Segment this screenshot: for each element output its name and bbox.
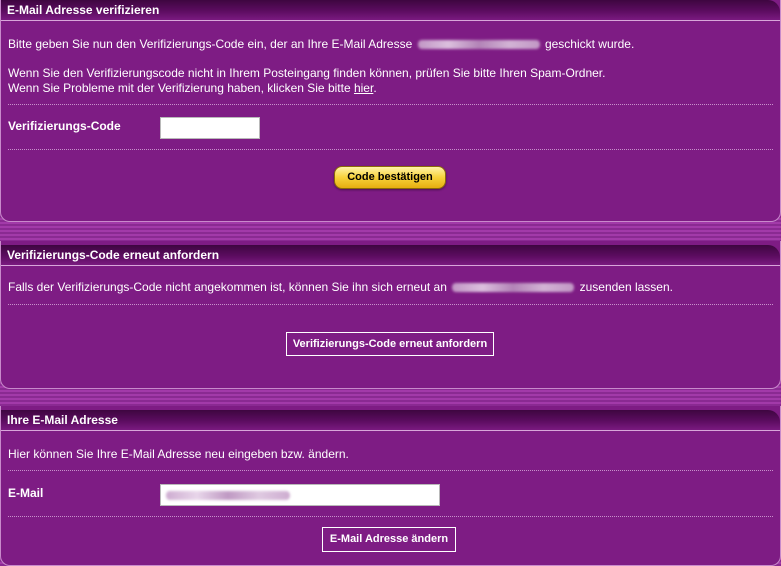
problem-hint-after: . [373, 81, 377, 95]
verification-code-input[interactable] [160, 117, 260, 139]
email-change-text: Hier können Sie Ihre E-Mail Adresse neu … [8, 447, 349, 461]
resend-text-after: zusenden lassen. [579, 280, 673, 294]
confirm-code-button[interactable]: Code bestätigen [334, 166, 446, 189]
redacted-email [417, 40, 540, 50]
resend-text-before: Falls der Verifizierungs-Code nicht ange… [8, 280, 447, 294]
resend-code-button[interactable]: Verifizierungs-Code erneut anfordern [286, 332, 494, 356]
verify-email-header: E-Mail Adresse verifizieren [1, 0, 780, 21]
problem-hint-text: Wenn Sie Probleme mit der Verifizierung … [8, 81, 377, 96]
email-input[interactable] [160, 484, 440, 506]
verify-intro-text: Bitte geben Sie nun den Verifizierungs-C… [8, 37, 634, 52]
resend-code-header: Verifizierungs-Code erneut anfordern [1, 245, 780, 266]
verify-email-panel: E-Mail Adresse verifizieren Bitte geben … [0, 0, 781, 222]
problem-hint-before: Wenn Sie Probleme mit der Verifizierung … [8, 81, 351, 95]
spam-hint-text: Wenn Sie den Verifizierungscode nicht in… [8, 66, 606, 80]
redacted-email-value [166, 491, 290, 500]
resend-text: Falls der Verifizierungs-Code nicht ange… [8, 280, 673, 295]
divider [8, 516, 773, 517]
divider [8, 149, 773, 150]
resend-code-panel: Verifizierungs-Code erneut anfordern Fal… [0, 241, 781, 389]
divider [8, 470, 773, 471]
redacted-email [452, 283, 575, 293]
help-link[interactable]: hier [354, 81, 373, 95]
change-email-button[interactable]: E-Mail Adresse ändern [322, 527, 456, 552]
code-label: Verifizierungs-Code [8, 119, 121, 133]
divider [8, 104, 773, 105]
verify-intro-after: geschickt wurde. [544, 37, 635, 51]
divider [8, 304, 773, 305]
email-label: E-Mail [8, 486, 44, 500]
email-address-panel: Ihre E-Mail Adresse Hier können Sie Ihre… [0, 406, 781, 566]
verify-intro-before: Bitte geben Sie nun den Verifizierungs-C… [8, 37, 413, 51]
email-address-header: Ihre E-Mail Adresse [1, 410, 780, 431]
